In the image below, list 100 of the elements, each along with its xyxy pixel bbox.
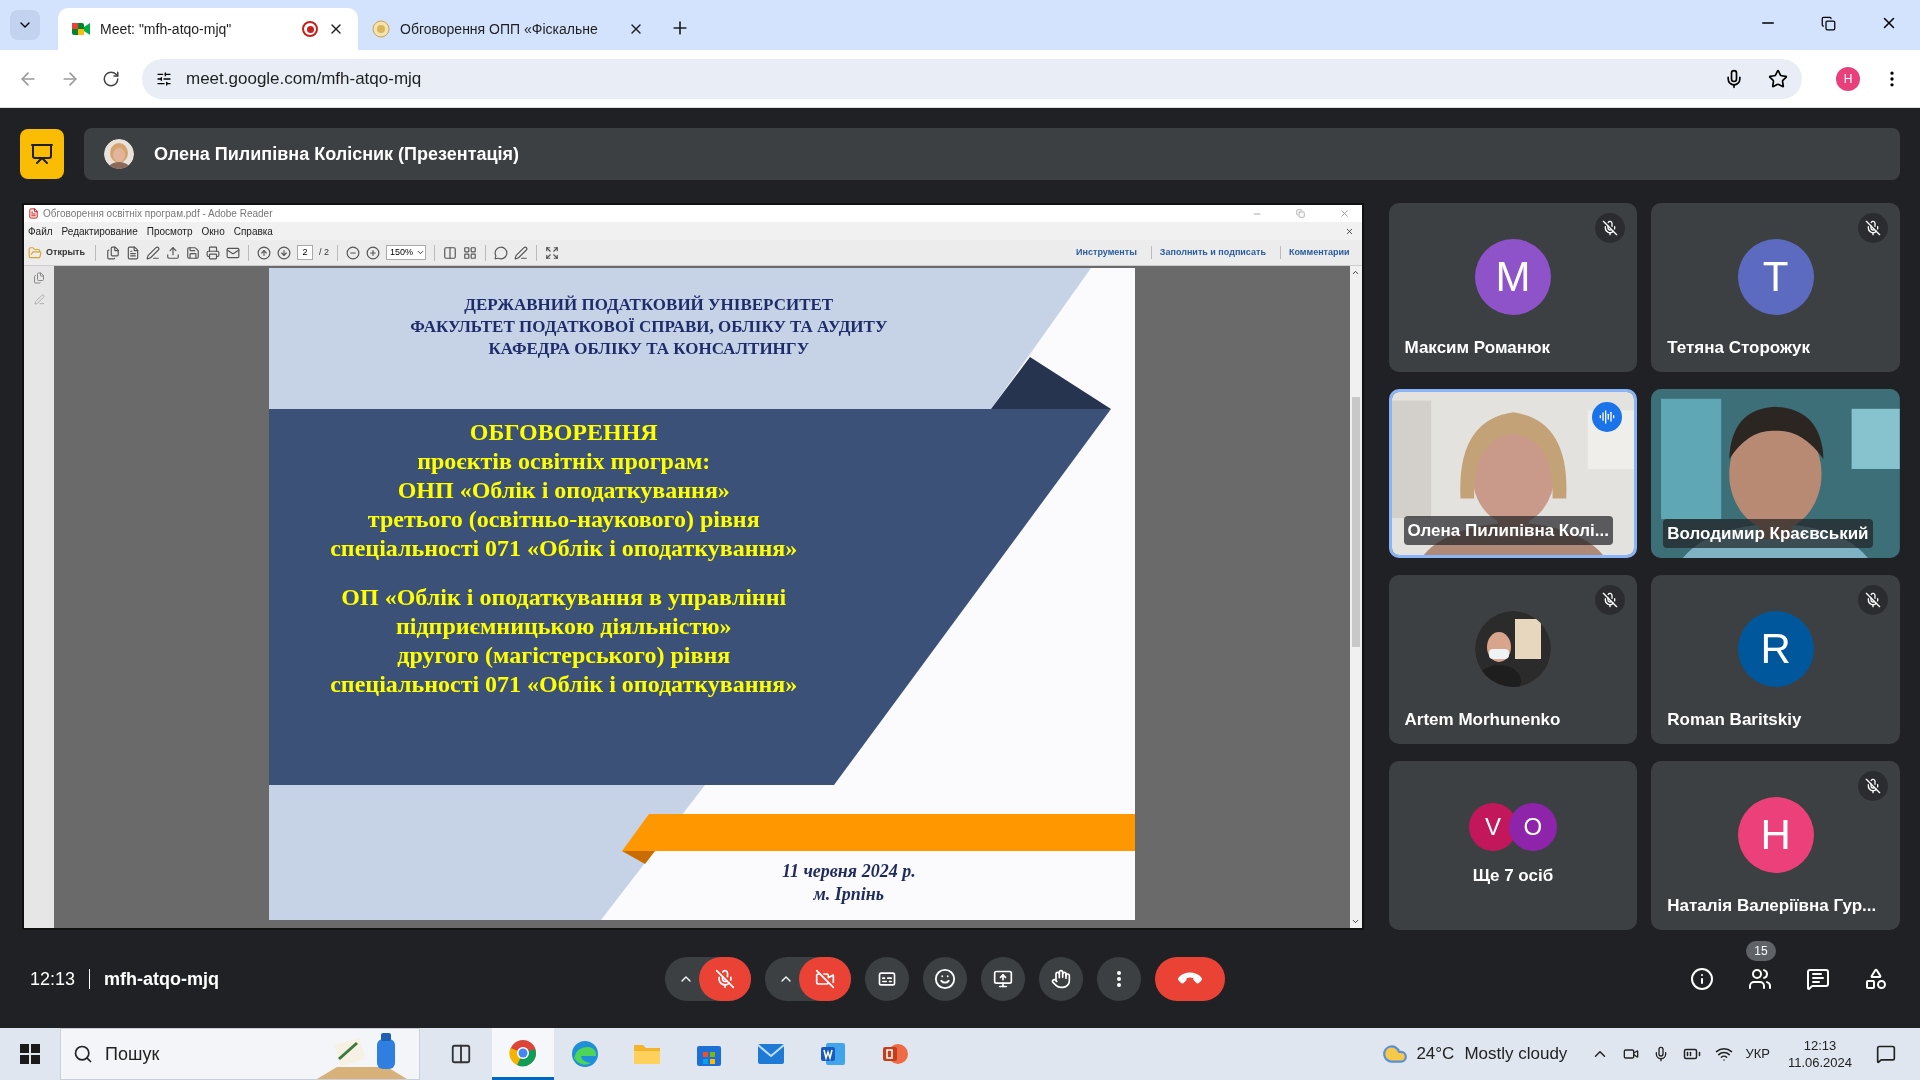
camera-button[interactable] (799, 957, 851, 1001)
print-icon[interactable] (206, 245, 221, 260)
open-button[interactable]: Открыть (28, 245, 86, 260)
zoom-in-icon[interactable] (366, 245, 381, 260)
more-icon (1117, 971, 1121, 987)
highlight-icon[interactable] (514, 245, 529, 260)
participant-tile[interactable]: Володимир Краєвський (1651, 389, 1900, 558)
panel-link[interactable]: Инструменты (1068, 245, 1145, 260)
mail-icon[interactable] (226, 245, 241, 260)
microphone-off-icon (1602, 592, 1619, 608)
search-icon (73, 1044, 93, 1064)
clock[interactable]: 12:13 11.06.2024 (1787, 1037, 1852, 1071)
slide-title-line: проєктів освітніх програм: (417, 447, 711, 476)
wifi-icon[interactable] (1715, 1045, 1734, 1063)
url-text: meet.google.com/mfh-atqo-mjq (186, 67, 423, 90)
restore-icon[interactable] (1821, 15, 1836, 31)
edit-icon[interactable] (146, 245, 161, 260)
meeting-code: mfh-atqo-mjq (104, 967, 220, 991)
search-placeholder: Пошук (105, 1042, 161, 1066)
participant-tile[interactable]: T Тетяна Сторожук (1651, 203, 1900, 372)
page-number-field[interactable]: 2 (297, 245, 314, 260)
microphone-button[interactable] (699, 957, 751, 1001)
presentation-icon (30, 142, 54, 166)
participant-tile[interactable]: H Наталія Валеріївна Гур... (1651, 761, 1900, 930)
upload-icon[interactable] (166, 245, 181, 260)
address-bar[interactable]: meet.google.com/mfh-atqo-mjq (142, 58, 1802, 99)
search-field[interactable]: Пошук (60, 1028, 420, 1080)
site-settings-icon[interactable] (156, 70, 172, 87)
comment-icon[interactable] (494, 245, 509, 260)
camera-icon[interactable] (1623, 1046, 1640, 1062)
leave-call-button[interactable] (1155, 957, 1225, 1001)
participant-tile[interactable]: Олена Пилипівна Колі... (1388, 389, 1638, 558)
presentation-indicator[interactable] (20, 129, 64, 179)
tab-title: Meet: "mfh-atqo-mjq" (100, 19, 233, 39)
emblem-icon (372, 20, 390, 38)
scroll-up-icon[interactable] (1351, 268, 1361, 277)
zoom-out-icon[interactable] (346, 245, 361, 260)
captions-button[interactable] (865, 957, 909, 1001)
chat-icon[interactable] (1806, 967, 1830, 991)
activities-icon[interactable] (1864, 967, 1888, 991)
meeting-time: 12:13 (30, 967, 76, 991)
bookmark-star-icon[interactable] (1768, 68, 1788, 89)
menu-item[interactable]: Справка (233, 223, 273, 239)
scrollbar-thumb[interactable] (1351, 397, 1360, 647)
full-screen-icon[interactable] (545, 245, 560, 260)
pages-icon[interactable] (33, 272, 45, 284)
raise-hand-button[interactable] (1039, 957, 1083, 1001)
fit-page-icon[interactable] (443, 245, 458, 260)
panel-link[interactable]: Заполнить и подписать (1150, 245, 1274, 260)
participant-name: Тетяна Сторожук (1666, 336, 1812, 359)
weather-text: Mostly cloudy (1464, 1043, 1568, 1066)
participant-tile[interactable]: R Roman Baritskiy (1651, 575, 1900, 744)
browser-icon (509, 1038, 537, 1067)
scroll-down-icon[interactable] (1351, 917, 1361, 926)
folder-icon (28, 245, 42, 260)
participant-count: Ще 7 осіб (1472, 864, 1554, 887)
microphone-icon[interactable] (1724, 68, 1744, 89)
people-icon[interactable] (1748, 967, 1772, 991)
close-document-icon[interactable] (1344, 226, 1354, 236)
zoom-dropdown[interactable]: 150% (386, 245, 427, 260)
slide-heading-line: КАФЕДРА ОБЛІКУ ТА КОНСАЛТИНГУ (488, 338, 810, 360)
notifications-icon[interactable] (1876, 1044, 1896, 1064)
reload-icon[interactable] (102, 69, 120, 88)
avatar: H (1737, 796, 1814, 873)
participant-name: Олена Пилипівна Колі... (1403, 515, 1613, 545)
participant-tile[interactable]: Artem Morhunenko (1388, 575, 1638, 744)
more-button[interactable] (1097, 957, 1141, 1001)
slide-heading-line: ФАКУЛЬТЕТ ПОДАТКОВОЇ СПРАВИ, ОБЛІКУ ТА АУДИТУ (410, 316, 888, 338)
menu-item[interactable]: Окно (201, 223, 225, 239)
task-view-icon (450, 1043, 472, 1065)
reactions-button[interactable] (923, 957, 967, 1001)
slide-title-line: спеціальності 071 «Облік і оподаткування» (330, 534, 798, 563)
microphone-off-icon (1865, 592, 1881, 608)
panel-link[interactable]: Комментарии (1279, 245, 1358, 260)
menu-item[interactable]: Файл (28, 223, 53, 239)
menu-item[interactable]: Редактирование (61, 223, 138, 239)
next-page-icon[interactable] (277, 245, 292, 260)
taskbar-app[interactable] (492, 1028, 554, 1080)
participant-tile[interactable]: V O Ще 7 осіб (1388, 761, 1638, 930)
profile-avatar[interactable]: H (1836, 66, 1860, 91)
browser-tab[interactable]: Обговорення ОПП «Фіскальне (358, 8, 658, 50)
tab-search-button[interactable] (10, 10, 40, 40)
previous-page-icon[interactable] (257, 245, 272, 260)
fit-width-icon[interactable] (463, 245, 478, 260)
browser-icon (571, 1040, 599, 1068)
language-indicator[interactable]: УКР (1745, 1044, 1770, 1064)
microphone-off-icon (1865, 220, 1881, 236)
slide-heading-line: ДЕРЖАВНИЙ ПОДАТКОВИЙ УНІВЕРСИТЕТ (464, 294, 834, 316)
save-icon[interactable] (186, 245, 201, 260)
browser-tab[interactable]: Meet: "mfh-atqo-mjq" (58, 8, 358, 50)
start-icon[interactable] (20, 1044, 40, 1064)
avatar: R (1737, 610, 1814, 687)
participant-tile[interactable]: M Максим Романюк (1388, 203, 1638, 372)
slide-title-line: підприємницькою діяльністю» (395, 612, 732, 641)
present-button[interactable] (981, 957, 1025, 1001)
menu-item[interactable]: Просмотр (146, 223, 193, 239)
document-icon[interactable] (126, 245, 141, 260)
caret-icon (416, 248, 426, 257)
info-icon[interactable] (1690, 967, 1714, 991)
create-pdf-icon[interactable] (106, 245, 121, 260)
